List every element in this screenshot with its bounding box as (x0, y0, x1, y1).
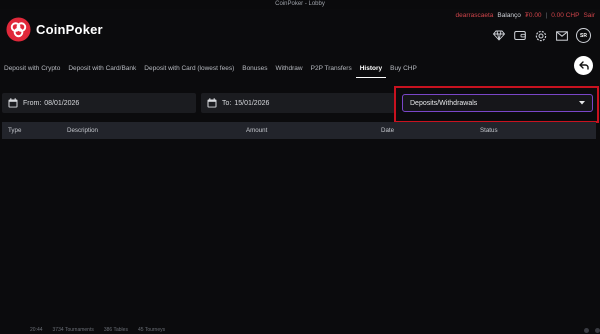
to-date-value: 15/01/2026 (234, 99, 270, 107)
header-icons: SR (492, 28, 591, 43)
tab-p2p-transfers[interactable]: P2P Transfers (307, 61, 356, 77)
column-date[interactable]: Date (381, 127, 394, 134)
status-icons (584, 326, 600, 334)
column-status[interactable]: Status (480, 127, 498, 134)
tab-buy-chp[interactable]: Buy CHP (386, 61, 421, 77)
from-date-value: 08/01/2026 (44, 99, 80, 107)
mail-icon[interactable] (555, 29, 569, 43)
back-button[interactable] (574, 56, 593, 75)
status-item-2: 386 Tables (103, 327, 128, 333)
settings-icon[interactable] (534, 29, 548, 43)
to-date-field[interactable]: To: 15/01/2026 (201, 93, 395, 113)
user-balance-line: dearrascaeta Balanço ₮0.00 | 0.00 CHP Sa… (455, 12, 595, 19)
tab-deposit-card-bank[interactable]: Deposit with Card/Bank (64, 61, 140, 77)
chp-balance: 0.00 CHP (551, 12, 580, 19)
history-table-header: Type Description Amount Date Status (2, 122, 596, 139)
logout-link[interactable]: Sair (583, 12, 595, 19)
status-dot-icon (584, 327, 589, 333)
tab-history[interactable]: History (355, 61, 387, 78)
column-amount[interactable]: Amount (246, 127, 267, 134)
tab-deposit-card-lowest-fees[interactable]: Deposit with Card (lowest fees) (140, 61, 238, 77)
transaction-type-value: Deposits/Withdrawals (410, 99, 478, 107)
tab-deposit-crypto[interactable]: Deposit with Crypto (0, 61, 64, 77)
status-bar: 20:44 3734 Tournaments 386 Tables 45 Tou… (0, 326, 600, 334)
from-date-field[interactable]: From: 08/01/2026 (2, 93, 196, 113)
caret-down-icon (579, 101, 585, 105)
window-title: CoinPoker - Lobby (275, 1, 325, 7)
to-label: To: (222, 99, 232, 107)
wallet-icon[interactable] (513, 29, 527, 43)
status-dot-icon (595, 327, 600, 333)
app-logo[interactable]: CoinPoker (6, 17, 103, 42)
balance-separator: | (545, 12, 548, 19)
column-description[interactable]: Description (67, 127, 98, 134)
cashier-tabs: Deposit with Crypto Deposit with Card/Ba… (0, 61, 421, 78)
calendar-icon (207, 98, 217, 108)
back-arrow-icon (578, 61, 589, 70)
username[interactable]: dearrascaeta (455, 12, 493, 19)
calendar-icon (8, 98, 18, 108)
from-label: From: (23, 99, 42, 107)
column-type[interactable]: Type (8, 127, 21, 134)
status-item-3: 45 Tourneys (137, 327, 166, 333)
balance-value: ₮0.00 (524, 12, 542, 19)
balance-label: Balanço (497, 12, 521, 19)
tab-withdraw[interactable]: Withdraw (272, 61, 307, 77)
status-time: 20:44 (30, 327, 43, 333)
window-titlebar: CoinPoker - Lobby (0, 0, 600, 9)
diamond-icon[interactable] (492, 29, 506, 43)
coinpoker-logo-icon (6, 17, 31, 42)
transaction-type-select[interactable]: Deposits/Withdrawals (402, 94, 593, 112)
tab-bonuses[interactable]: Bonuses (238, 61, 271, 77)
status-item-1: 3734 Tournaments (52, 327, 94, 333)
avatar[interactable]: SR (576, 28, 591, 43)
brand-name: CoinPoker (36, 22, 103, 37)
